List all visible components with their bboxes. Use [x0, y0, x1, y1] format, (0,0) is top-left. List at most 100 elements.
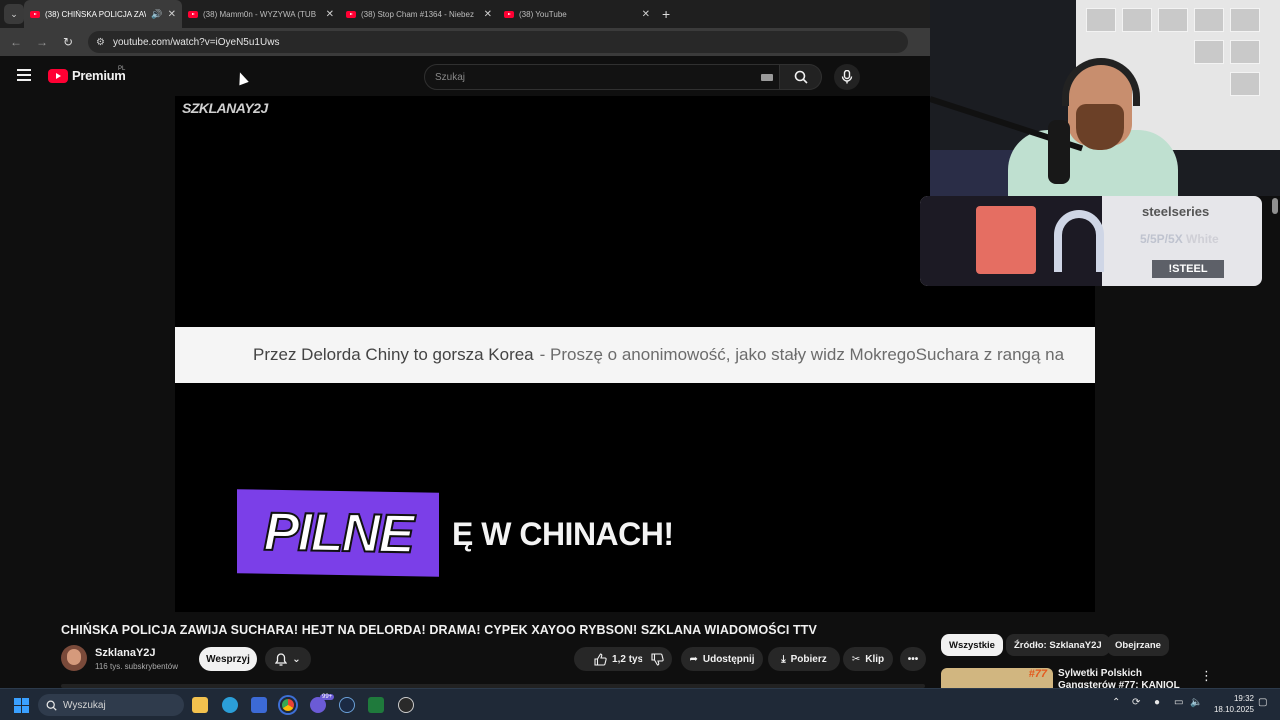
close-tab-icon[interactable]: ✕ — [326, 9, 334, 20]
file-explorer-icon[interactable] — [192, 697, 208, 713]
notification-bell-button[interactable]: ⌄ — [265, 647, 311, 671]
site-settings-icon[interactable]: ⚙ — [96, 37, 105, 48]
close-tab-icon[interactable]: ✕ — [642, 9, 650, 20]
youtube-header: Premium PL Szukaj — [0, 56, 930, 96]
network-icon[interactable]: ▭ — [1174, 697, 1183, 708]
pilne-badge: PILNE — [237, 489, 439, 577]
tray-chevron-up-icon[interactable]: ⌃ — [1112, 697, 1120, 708]
model-color: White — [1186, 232, 1219, 246]
streamer-beard — [1076, 104, 1124, 150]
video-headline-fragment: Ę W CHINACH! — [452, 516, 674, 552]
youtube-logo[interactable]: Premium — [48, 68, 126, 83]
clock[interactable]: 19:32 18.10.2025 — [1212, 693, 1254, 715]
youtube-favicon-icon — [30, 10, 40, 18]
channel-watermark: SZKLANAY2J — [182, 100, 268, 116]
search-icon — [794, 70, 808, 84]
tab-title: (38) Mamm0n - WYZYWA (TUB — [203, 9, 317, 19]
chevron-down-icon: ⌄ — [292, 653, 301, 665]
tab-2[interactable]: (38) Mamm0n - WYZYWA (TUB ✕ — [182, 0, 340, 28]
address-bar[interactable]: ⚙ youtube.com/watch?v=iOyeN5u1Uws — [88, 31, 908, 53]
dislike-button[interactable] — [642, 647, 672, 671]
edge-icon[interactable] — [222, 697, 238, 713]
channel-name[interactable]: SzklanaY2J — [95, 647, 156, 659]
back-arrow-icon[interactable]: ← — [6, 35, 26, 49]
recommendation-thumbnail[interactable]: #77 — [941, 668, 1053, 688]
discord-badge: 99+ — [320, 694, 335, 700]
news-ticker: Przez Delorda Chiny to gorsza Korea - Pr… — [175, 327, 1095, 383]
volume-icon[interactable]: 🔈 — [1190, 697, 1202, 708]
thumbs-down-icon — [650, 652, 664, 666]
sponsor-product-image — [920, 196, 1104, 286]
mic-tray-icon[interactable]: ● — [1154, 697, 1160, 708]
more-vert-icon[interactable]: ⋮ — [1200, 668, 1213, 684]
youtube-favicon-icon — [504, 10, 514, 18]
keyboard-icon[interactable] — [761, 74, 773, 81]
channel-avatar[interactable] — [61, 645, 87, 671]
speaker-icon[interactable]: 🔊 — [151, 9, 162, 20]
search-input[interactable]: Szukaj — [424, 64, 780, 90]
product-box-image — [976, 206, 1036, 274]
video-title: CHIŃSKA POLICJA ZAWIJA SUCHARA! HEJT NA … — [61, 623, 817, 637]
tab-3[interactable]: (38) Stop Cham #1364 - Niebez ✕ — [340, 0, 498, 28]
search-button[interactable] — [780, 64, 822, 90]
bell-icon — [275, 652, 288, 666]
support-button[interactable]: Wesprzyj — [199, 647, 257, 671]
support-label: Wesprzyj — [206, 653, 250, 665]
country-code: PL — [118, 66, 126, 72]
download-button[interactable]: ⤓ Pobierz — [768, 647, 840, 671]
scrollbar-thumb[interactable] — [1272, 198, 1278, 214]
chip-source[interactable]: Źródło: SzklanaY2J — [1006, 634, 1110, 656]
tab-title: (38) YouTube — [519, 9, 567, 19]
voice-search-button[interactable] — [834, 64, 860, 90]
taskbar-search[interactable]: Wyszukaj — [38, 694, 184, 716]
share-button[interactable]: ➦ Udostępnij — [681, 647, 763, 671]
taskbar-search-label: Wyszukaj — [63, 699, 106, 711]
obs-icon[interactable] — [398, 697, 414, 713]
search-placeholder: Szukaj — [435, 71, 466, 83]
close-tab-icon[interactable]: ✕ — [484, 9, 492, 20]
clip-button[interactable]: ✂ Klip — [843, 647, 893, 671]
youtube-favicon-icon — [346, 10, 356, 18]
model-prefix: 5/5P/5X — [1140, 232, 1183, 246]
sponsor-banner: steelseries 5/5P/5X White !STEEL — [920, 196, 1262, 286]
like-count: 1,2 tys. — [612, 653, 646, 665]
microphone — [1048, 120, 1070, 184]
tab-search-menu-button[interactable]: ⌄ — [4, 4, 24, 24]
thumbs-up-icon — [594, 652, 607, 666]
tab-title: (38) CHIŃSKA POLICJA ZAWIJA — [45, 9, 146, 19]
steam-icon[interactable] — [339, 697, 355, 713]
ticker-lead: Przez Delorda Chiny to gorsza Korea — [253, 345, 534, 364]
reload-icon[interactable]: ↻ — [58, 35, 78, 49]
browser-toolbar: ← → ↻ ⚙ youtube.com/watch?v=iOyeN5u1Uws — [0, 28, 930, 56]
clip-label: Klip — [865, 653, 885, 665]
clock-date: 18.10.2025 — [1213, 705, 1254, 714]
sponsor-brand: steelseries — [1142, 204, 1210, 219]
forward-arrow-icon[interactable]: → — [32, 35, 52, 49]
chip-watched[interactable]: Obejrzane — [1107, 634, 1169, 656]
tab-4[interactable]: (38) YouTube ✕ — [498, 0, 656, 28]
new-tab-button[interactable]: + — [662, 6, 670, 22]
more-actions-button[interactable]: ••• — [900, 647, 926, 671]
notifications-icon[interactable]: ▢ — [1258, 697, 1267, 708]
youtube-play-icon — [48, 68, 68, 83]
recommendation-title[interactable]: Sylwetki Polskich Gangsterów #77: KANIOL — [1058, 668, 1198, 688]
windows-start-icon[interactable] — [14, 698, 29, 713]
tab-title: (38) Stop Cham #1364 - Niebez — [361, 9, 474, 19]
url-text: youtube.com/watch?v=iOyeN5u1Uws — [112, 36, 280, 48]
microsoft-store-icon[interactable] — [251, 697, 267, 713]
subscriber-count: 116 tys. subskrybentów — [95, 662, 179, 671]
sync-icon[interactable]: ⟳ — [1132, 697, 1140, 708]
close-tab-icon[interactable]: ✕ — [168, 9, 176, 20]
excel-icon[interactable] — [368, 697, 384, 713]
pilne-badge-text: PILNE — [262, 501, 413, 566]
share-icon: ➦ — [689, 653, 698, 665]
headset-image — [1054, 210, 1104, 272]
youtube-favicon-icon — [188, 10, 198, 18]
chrome-icon[interactable] — [280, 697, 296, 713]
thumb-number: #77 — [1028, 668, 1047, 680]
chip-all[interactable]: Wszystkie — [941, 634, 1003, 656]
menu-icon[interactable] — [17, 69, 31, 81]
tab-1[interactable]: (38) CHIŃSKA POLICJA ZAWIJA 🔊 ✕ — [24, 0, 182, 28]
microphone-icon — [841, 70, 853, 84]
sponsor-command: !STEEL — [1152, 260, 1224, 278]
